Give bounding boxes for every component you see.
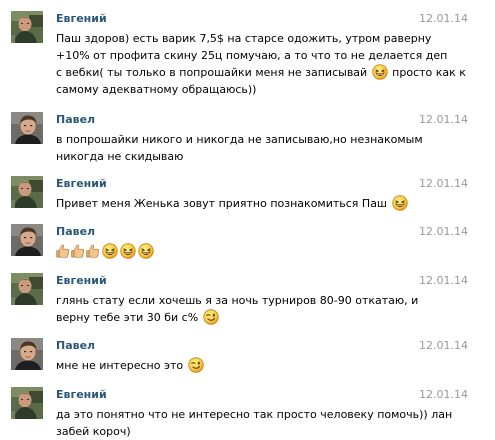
message-text: Привет меня Женька зовут приятно познако… (56, 195, 428, 212)
avatar[interactable] (11, 338, 43, 370)
avatar[interactable] (11, 273, 43, 305)
message-text: мне не интересно это (56, 357, 428, 374)
message-line-part: с вебки( ты только в попрошайки меня не … (56, 66, 371, 79)
message-text: да это понятно что не интересно так прос… (56, 406, 453, 440)
message-line (56, 243, 428, 260)
laughing-emoji-icon (120, 243, 136, 259)
message-text: глянь стату если хочешь я за ночь турнир… (56, 292, 428, 326)
wink-emoji-icon (188, 357, 204, 373)
laughing-emoji-icon (392, 195, 408, 211)
avatar[interactable] (11, 176, 43, 208)
wink-emoji-icon (203, 309, 219, 325)
message-line: никогда не скидываю (56, 150, 184, 163)
message-line-part: Привет меня Женька зовут приятно познако… (56, 197, 387, 210)
message-date: 12.01.14 (419, 225, 468, 238)
message-date: 12.01.14 (419, 274, 468, 287)
avatar[interactable] (11, 224, 43, 256)
avatar[interactable] (11, 112, 43, 144)
message-date: 12.01.14 (419, 339, 468, 352)
message-date: 12.01.14 (419, 12, 468, 25)
author-name[interactable]: Павел (56, 225, 95, 239)
thumbs-up-emoji-icon (71, 243, 85, 259)
message-date: 12.01.14 (419, 113, 468, 126)
message-line: забей короч) (56, 425, 131, 438)
message-text (56, 243, 428, 260)
message-date: 12.01.14 (419, 177, 468, 190)
message-line: да это понятно что не интересно так прос… (56, 408, 453, 421)
thumbs-up-emoji-icon (86, 243, 100, 259)
avatar[interactable] (11, 387, 43, 419)
message-text: Паш здоров) есть варик 7,5$ на старсе од… (56, 30, 466, 98)
message-date: 12.01.14 (419, 388, 468, 401)
message-line: в попрошайки никого и никогда не записыв… (56, 133, 423, 146)
message-line: мне не интересно это (56, 357, 428, 374)
message-line-part: мне не интересно это (56, 359, 184, 372)
message-line: глянь стату если хочешь я за ночь турнир… (56, 294, 419, 307)
laughing-emoji-icon (138, 243, 154, 259)
laughing-emoji-icon (372, 64, 388, 80)
author-name[interactable]: Евгений (56, 12, 107, 26)
author-name[interactable]: Евгений (56, 274, 107, 288)
laughing-emoji-icon (102, 243, 118, 259)
message-line-part: просто как к (388, 66, 466, 79)
avatar[interactable] (11, 11, 43, 43)
message-line: Привет меня Женька зовут приятно познако… (56, 195, 428, 212)
message-line: самому адекватному обращаюсь)) (56, 83, 257, 96)
author-name[interactable]: Павел (56, 339, 95, 353)
thumbs-up-emoji-icon (56, 243, 70, 259)
message-text: в попрошайки никого и никогда не записыв… (56, 131, 428, 165)
message-line: Паш здоров) есть варик 7,5$ на старсе од… (56, 32, 432, 45)
message-line: с вебки( ты только в попрошайки меня не … (56, 64, 466, 81)
author-name[interactable]: Евгений (56, 388, 107, 402)
message-line: +10% от профита скину 25ц помучаю, а то … (56, 49, 448, 62)
author-name[interactable]: Павел (56, 113, 95, 127)
message-line: верну тебе эти 30 би с% (56, 309, 428, 326)
author-name[interactable]: Евгений (56, 177, 107, 191)
message-line-part: верну тебе эти 30 би с% (56, 311, 199, 324)
